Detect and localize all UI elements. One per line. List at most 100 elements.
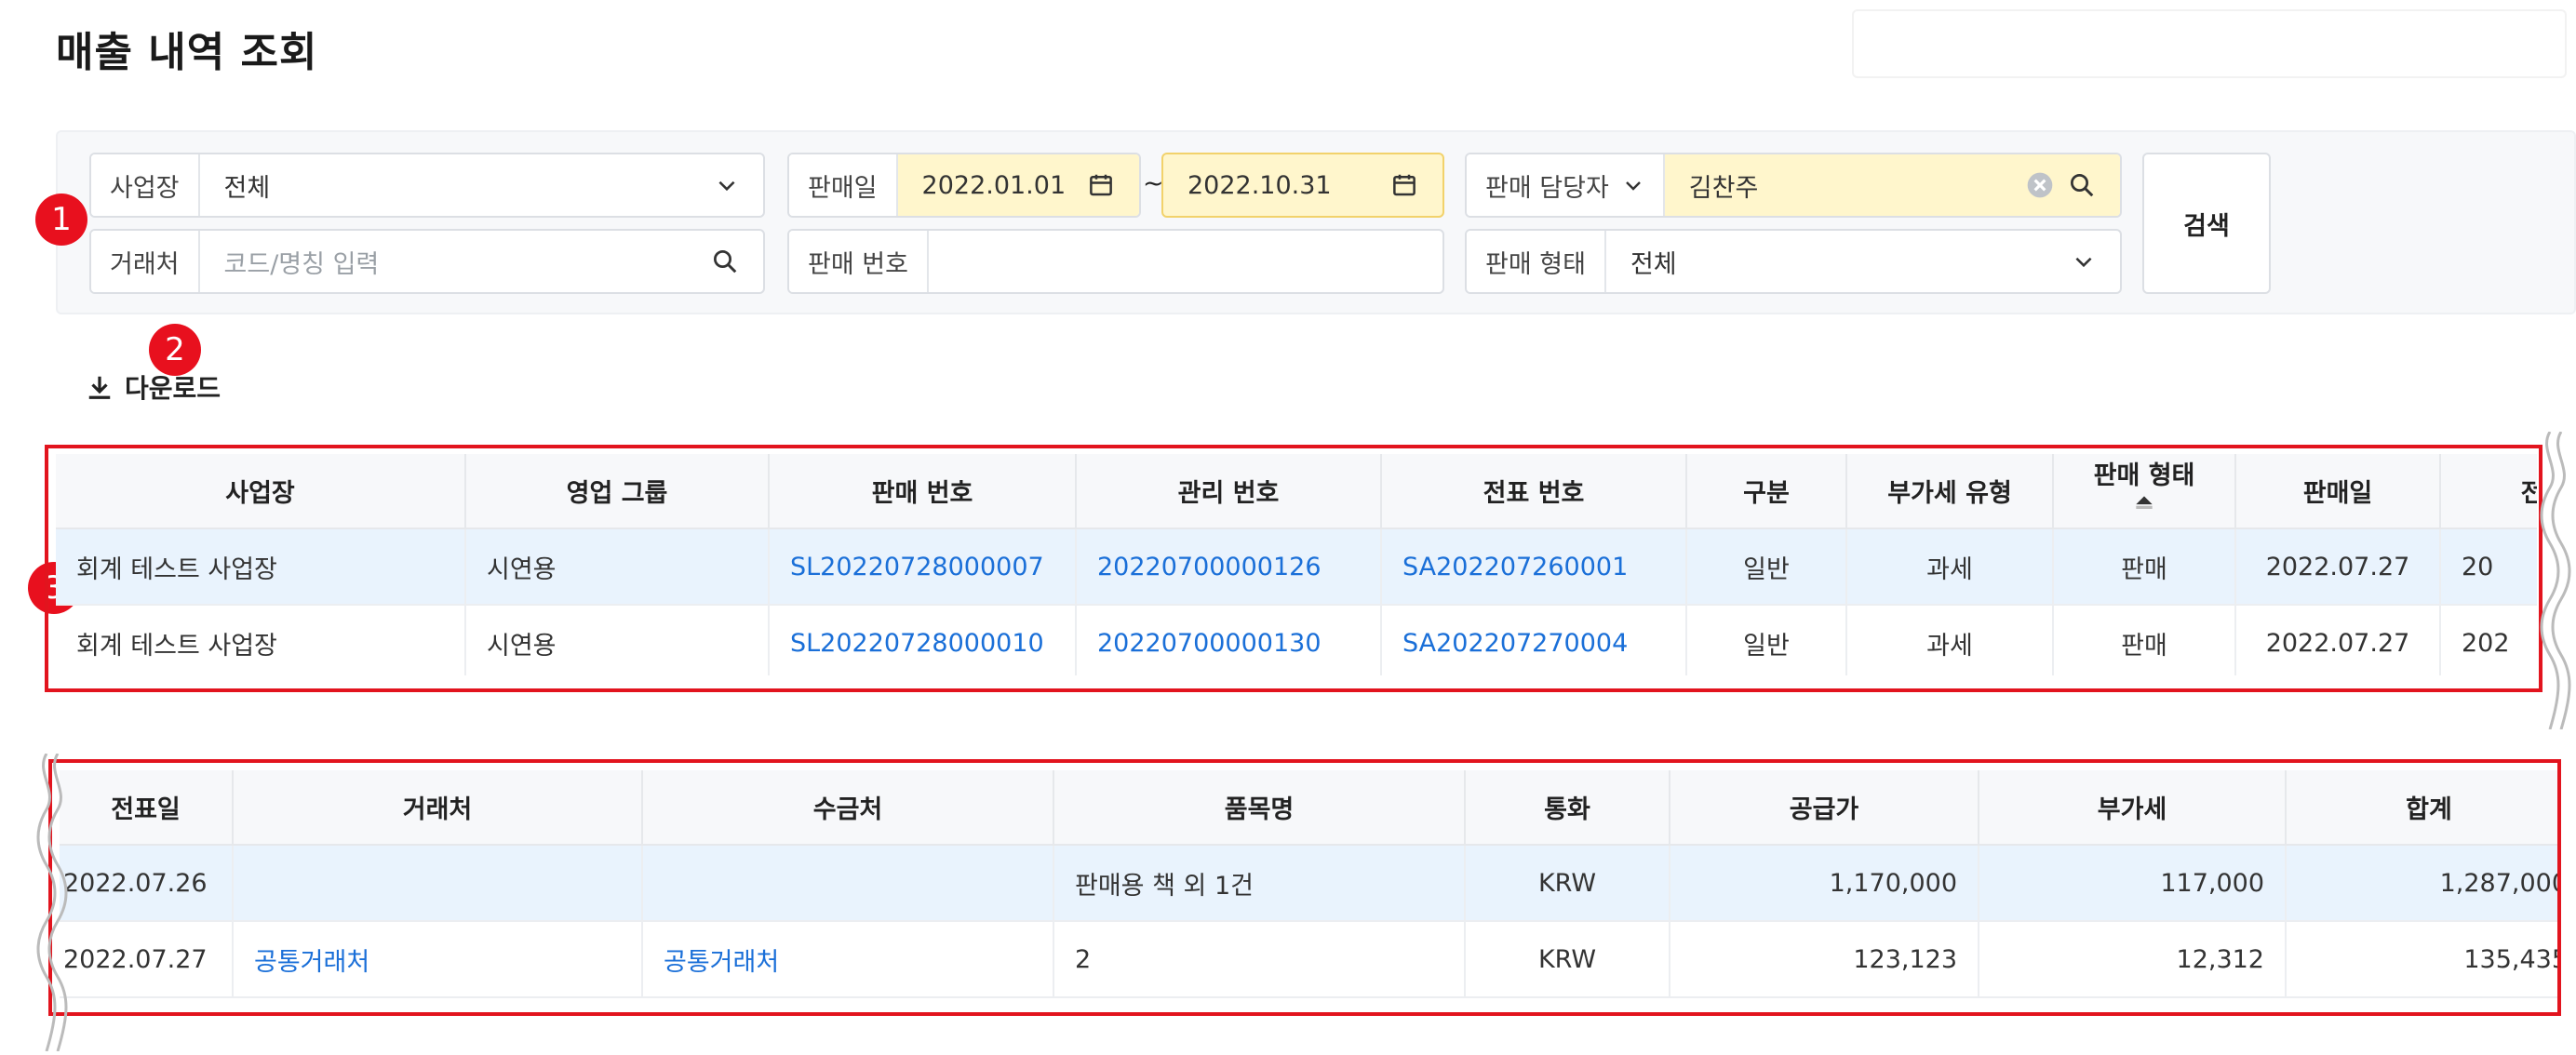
business-value: 전체 [223,173,271,203]
date-to-value: 2022.10.31 [1187,170,1332,200]
col-header[interactable]: 구분 [1686,454,1847,529]
date-from-value: 2022.01.01 [921,170,1067,200]
business-select[interactable]: 사업장 전체 [89,153,765,218]
management-number-link[interactable]: 20220700000126 [1076,528,1382,606]
col-header-label: 판매 형태 [2093,461,2195,490]
col-header[interactable]: 전표 번호 [1381,454,1687,529]
col-header[interactable]: 품목명 [1053,770,1466,846]
col-header[interactable]: 공급가 [1670,770,1979,846]
cell-item-name: 판매용 책 외 1건 [1053,845,1466,922]
chevron-down-icon [2072,249,2096,274]
cell-category: 일반 [1686,528,1847,606]
cell-supply-price: 1,170,000 [1670,845,1979,922]
cell-sale-type: 판매 [2053,605,2236,675]
download-button[interactable]: 다운로드 [86,368,221,406]
cell-vat: 12,312 [1979,921,2287,998]
cell-sales-group: 시연용 [465,528,770,606]
sale-date-label: 판매일 [789,154,898,216]
sale-date-to[interactable]: 2022.10.31 [1161,153,1444,218]
col-header[interactable]: 부가세 유형 [1846,454,2054,529]
voucher-number-link[interactable]: SA202207270004 [1381,605,1687,675]
cell-item-name: 2 [1053,921,1466,998]
col-header[interactable]: 영업 그룹 [465,454,770,529]
cell-sale-date: 2022.07.27 [2235,528,2441,606]
col-header[interactable]: 관리 번호 [1076,454,1382,529]
collector-link[interactable]: 공통거래처 [642,921,1054,998]
search-icon[interactable] [2068,171,2096,199]
sale-type-label: 판매 형태 [1467,231,1606,292]
table-header-row: 전표일 거래처 수금처 품목명 통화 공급가 부가세 합계 [60,770,2557,846]
business-label: 사업장 [91,154,200,216]
chevron-down-icon [715,173,739,197]
col-header[interactable]: 통화 [1465,770,1670,846]
table-row[interactable]: 회계 테스트 사업장 시연용 SL20220728000007 20220700… [56,528,2537,606]
col-header[interactable]: 합계 [2286,770,2557,846]
manager-label: 판매 담당자 [1485,173,1609,203]
table-row[interactable]: 회계 테스트 사업장 시연용 SL20220728000010 20220700… [56,605,2537,675]
cell-currency: KRW [1465,845,1670,922]
table-row[interactable]: 2022.07.26 판매용 책 외 1건 KRW 1,170,000 117,… [60,845,2557,922]
search-icon[interactable] [711,247,739,275]
cell-sales-group: 시연용 [465,605,770,675]
cell-sale-type: 판매 [2053,528,2236,606]
download-label: 다운로드 [125,373,221,404]
cell-business: 회계 테스트 사업장 [56,605,466,675]
cell-total: 1,287,000 [2286,845,2557,922]
client-link[interactable] [233,845,643,922]
sale-type-select[interactable]: 판매 형태 전체 [1465,229,2122,294]
sales-table-1: 사업장 영업 그룹 판매 번호 관리 번호 전표 번호 구분 부가세 유형 판매… [56,454,2537,675]
clear-icon[interactable] [2025,170,2055,200]
cell-voucher-date: 2022.07.26 [60,845,234,922]
client-input[interactable]: 거래처 코드/명칭 입력 [89,229,765,294]
col-header[interactable]: 판매 번호 [769,454,1077,529]
wavy-break-right [2540,432,2571,729]
col-header[interactable]: 판매일 [2235,454,2441,529]
col-header[interactable]: 수금처 [642,770,1054,846]
search-button[interactable]: 검색 [2142,153,2271,294]
col-header[interactable]: 거래처 [233,770,643,846]
cell-supply-price: 123,123 [1670,921,1979,998]
annotation-badge-1: 1 [35,194,87,246]
cell-vat: 117,000 [1979,845,2287,922]
sale-number-link[interactable]: SL20220728000010 [769,605,1077,675]
sale-number-label: 판매 번호 [789,231,929,292]
calendar-icon[interactable] [1087,171,1115,199]
collector-link[interactable] [642,845,1054,922]
cell-currency: KRW [1465,921,1670,998]
sale-number-input[interactable]: 판매 번호 [787,229,1444,294]
download-icon [86,373,114,401]
col-header[interactable]: 부가세 [1979,770,2287,846]
manager-field[interactable]: 판매 담당자 김찬주 [1465,153,2122,218]
table-row[interactable]: 2022.07.27 공통거래처 공통거래처 2 KRW 123,123 12,… [60,921,2557,998]
sales-table-2: 전표일 거래처 수금처 품목명 통화 공급가 부가세 합계 2022.07.26… [60,770,2557,1010]
col-header[interactable]: 전 [2440,454,2537,529]
manager-value: 김찬주 [1688,173,1759,203]
wavy-break-left [36,754,68,1051]
top-right-box [1852,9,2567,78]
voucher-number-link[interactable]: SA202207260001 [1381,528,1687,606]
cell-sale-date: 2022.07.27 [2235,605,2441,675]
management-number-link[interactable]: 20220700000130 [1076,605,1382,675]
cell-business: 회계 테스트 사업장 [56,528,466,606]
cell-voucher-date: 2022.07.27 [60,921,234,998]
col-header[interactable]: 전표일 [60,770,234,846]
client-label: 거래처 [91,231,200,292]
sale-date-from[interactable]: 판매일 2022.01.01 [787,153,1141,218]
calendar-icon[interactable] [1390,171,1418,199]
table-header-row: 사업장 영업 그룹 판매 번호 관리 번호 전표 번호 구분 부가세 유형 판매… [56,454,2537,529]
cell-category: 일반 [1686,605,1847,675]
cell-total: 135,435 [2286,921,2557,998]
chevron-down-icon [1622,174,1644,196]
manager-type-select[interactable]: 판매 담당자 [1467,154,1665,216]
sale-type-value: 전체 [1630,249,1677,279]
cell-vat-type: 과세 [1846,605,2054,675]
client-link[interactable]: 공통거래처 [233,921,643,998]
cell-voucher-date: 20 [2440,528,2537,606]
cell-vat-type: 과세 [1846,528,2054,606]
client-placeholder: 코드/명칭 입력 [223,249,380,279]
page-title: 매출 내역 조회 [56,29,318,76]
sale-number-link[interactable]: SL20220728000007 [769,528,1077,606]
sort-ascending-icon[interactable] [2132,493,2156,514]
col-header-sorted[interactable]: 판매 형태 [2053,454,2236,529]
col-header[interactable]: 사업장 [56,454,466,529]
